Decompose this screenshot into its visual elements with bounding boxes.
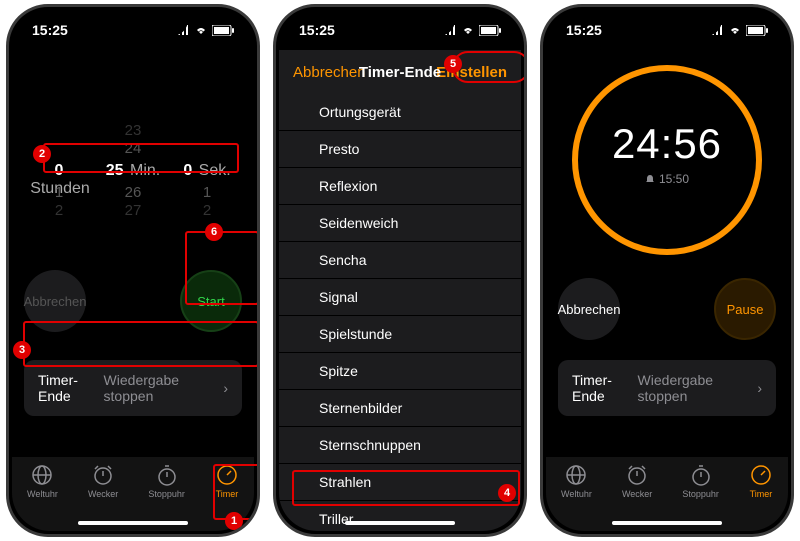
tab-bar: Weltuhr Wecker Stoppuhr Timer: [12, 457, 254, 531]
sound-item[interactable]: Sencha: [279, 242, 521, 279]
globe-icon: [30, 463, 54, 487]
sound-item[interactable]: Sternschnuppen: [279, 427, 521, 464]
timer-end-value: Wiedergabe stoppen: [638, 372, 754, 404]
pause-button[interactable]: Pause: [714, 278, 776, 340]
tab-timer[interactable]: Timer: [215, 463, 239, 499]
phone-timer-setup: 15:25 23 24 0 Stunden 25 Min. 0 Sek. 126…: [6, 4, 260, 537]
start-button[interactable]: Start: [180, 270, 242, 332]
tab-worldclock[interactable]: Weltuhr: [561, 463, 592, 499]
timer-end-label: Timer-Ende: [38, 372, 104, 404]
sound-item[interactable]: Triller: [279, 501, 521, 531]
nav-cancel[interactable]: Abbrechen: [293, 64, 366, 81]
duration-picker[interactable]: 23 24 0 Stunden 25 Min. 0 Sek. 1261 2272: [22, 110, 244, 230]
timer-end-row[interactable]: Timer-Ende Wiedergabe stoppen›: [558, 360, 776, 416]
status-time: 15:25: [299, 22, 335, 38]
timer-end-value: Wiedergabe stoppen: [104, 372, 220, 404]
home-indicator[interactable]: [612, 521, 722, 525]
notch: [612, 10, 722, 36]
home-indicator[interactable]: [345, 521, 455, 525]
timer-end-label: Timer-Ende: [572, 372, 638, 404]
globe-icon: [564, 463, 588, 487]
tab-bar: Weltuhr Wecker Stoppuhr Timer: [546, 457, 788, 531]
tab-alarm[interactable]: Wecker: [622, 463, 652, 499]
battery-icon: [479, 25, 501, 36]
timer-icon: [215, 463, 239, 487]
tab-worldclock[interactable]: Weltuhr: [27, 463, 58, 499]
alarm-icon: [91, 463, 115, 487]
timer-end-row[interactable]: Timer-Ende Wiedergabe stoppen›: [24, 360, 242, 416]
home-indicator[interactable]: [78, 521, 188, 525]
sound-item[interactable]: Presto: [279, 131, 521, 168]
notch: [345, 10, 455, 36]
timer-icon: [749, 463, 773, 487]
battery-icon: [212, 25, 234, 36]
tab-stopwatch[interactable]: Stoppuhr: [148, 463, 185, 499]
chevron-right-icon: ›: [757, 380, 762, 396]
wifi-icon: [194, 25, 208, 35]
status-time: 15:25: [566, 22, 602, 38]
sound-item[interactable]: Reflexion: [279, 168, 521, 205]
sound-item[interactable]: Spielstunde: [279, 316, 521, 353]
cancel-button: Abbrechen: [24, 270, 86, 332]
wifi-icon: [728, 25, 742, 35]
phone-timer-running: 15:25 24:56 15:50 Abbrechen Pause Timer-…: [540, 4, 794, 537]
tab-stopwatch[interactable]: Stoppuhr: [682, 463, 719, 499]
status-time: 15:25: [32, 22, 68, 38]
nav-bar: Abbrechen Timer-Ende Einstellen: [279, 50, 521, 94]
sound-item[interactable]: Seidenweich: [279, 205, 521, 242]
nav-set[interactable]: Einstellen: [436, 64, 507, 81]
stopwatch-icon: [689, 463, 713, 487]
sound-item[interactable]: Signal: [279, 279, 521, 316]
sound-item[interactable]: Ortungsgerät: [279, 94, 521, 131]
sound-item[interactable]: Sternenbilder: [279, 390, 521, 427]
phone-timer-end-picker: 15:25 Abbrechen Timer-Ende Einstellen Or…: [273, 4, 527, 537]
battery-icon: [746, 25, 768, 36]
sound-item[interactable]: Spitze: [279, 353, 521, 390]
stopwatch-icon: [155, 463, 179, 487]
cancel-button[interactable]: Abbrechen: [558, 278, 620, 340]
tab-alarm[interactable]: Wecker: [88, 463, 118, 499]
sound-item[interactable]: Strahlen: [279, 464, 521, 501]
wifi-icon: [461, 25, 475, 35]
chevron-right-icon: ›: [223, 380, 228, 396]
end-time: 15:50: [546, 172, 788, 186]
alarm-icon: [625, 463, 649, 487]
bell-icon: [645, 174, 655, 184]
remaining-time: 24:56: [546, 120, 788, 168]
notch: [78, 10, 188, 36]
sound-list[interactable]: OrtungsgerätPrestoReflexionSeidenweichSe…: [279, 94, 521, 531]
tab-timer[interactable]: Timer: [749, 463, 773, 499]
